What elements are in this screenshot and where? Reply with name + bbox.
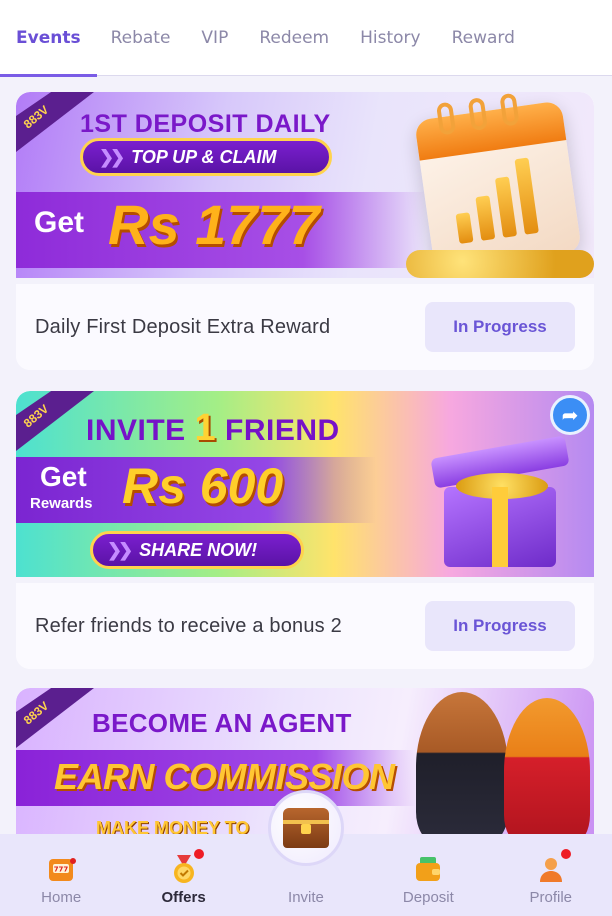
tab-events[interactable]: Events — [0, 0, 97, 77]
card-footer: Refer friends to receive a bonus 2 In Pr… — [16, 577, 594, 669]
calendar-icon — [414, 92, 582, 272]
nav-offers[interactable]: Offers — [134, 849, 234, 906]
event-card-first-deposit[interactable]: 883V 1ST DEPOSIT DAILY ❯❯ TOP UP & CLAIM… — [16, 92, 594, 370]
card-title: Refer friends to receive a bonus 2 — [35, 614, 342, 637]
card-title: Daily First Deposit Extra Reward — [35, 315, 331, 338]
status-button[interactable]: In Progress — [425, 302, 575, 352]
nav-profile[interactable]: Profile — [501, 849, 601, 906]
wallet-icon — [412, 853, 444, 885]
nav-label: Deposit — [402, 889, 454, 906]
banner-headline: BECOME AN AGENT — [92, 708, 352, 738]
pill-label: SHARE NOW! — [139, 539, 258, 560]
notification-dot — [193, 849, 204, 859]
chevron-right-icon: ❯❯ — [107, 539, 133, 560]
medal-icon — [168, 849, 204, 885]
tab-vip[interactable]: VIP — [201, 0, 228, 76]
coins-icon — [406, 250, 594, 278]
banner-headline: 1ST DEPOSIT DAILY — [80, 110, 331, 138]
nav-label: Offers — [161, 889, 206, 906]
gift-box-icon — [426, 425, 570, 567]
nav-home[interactable]: 777 Home — [11, 853, 111, 906]
event-banner-invite-friend[interactable]: 883V INVITE 1 FRIEND Get Rewards Rs 600 … — [16, 391, 594, 577]
nav-label: Home — [41, 889, 82, 906]
card-footer: Daily First Deposit Extra Reward In Prog… — [16, 278, 594, 370]
banner-get-label: Get — [40, 461, 87, 492]
tab-history[interactable]: History — [360, 0, 420, 76]
banner-rewards-label: Rewards — [30, 495, 93, 512]
share-icon[interactable]: ➦ — [550, 395, 590, 435]
nav-deposit[interactable]: Deposit — [378, 853, 478, 906]
svg-text:777: 777 — [54, 866, 69, 874]
user-icon — [535, 849, 571, 885]
bull-mascot-icon — [416, 692, 508, 842]
status-button[interactable]: In Progress — [425, 601, 575, 651]
event-banner-first-deposit[interactable]: 883V 1ST DEPOSIT DAILY ❯❯ TOP UP & CLAIM… — [16, 92, 594, 278]
notification-dot — [560, 849, 571, 859]
pill-label: TOP UP & CLAIM — [131, 146, 277, 167]
top-up-claim-pill: ❯❯ TOP UP & CLAIM — [80, 138, 332, 176]
tab-bar: Events Rebate VIP Redeem History Reward — [0, 0, 612, 77]
event-card-invite-friend[interactable]: 883V INVITE 1 FRIEND Get Rewards Rs 600 … — [16, 391, 594, 669]
tab-reward[interactable]: Reward — [452, 0, 515, 76]
banner-headline: INVITE 1 FRIEND — [86, 407, 340, 449]
banner-subheadline: EARN COMMISSION — [54, 756, 395, 797]
tab-rebate[interactable]: Rebate — [111, 0, 171, 76]
tiger-mascot-icon — [504, 698, 590, 844]
banner-amount: Rs 600 — [122, 458, 284, 514]
invite-treasure-button[interactable] — [268, 790, 344, 866]
nav-label: Invite — [288, 889, 324, 906]
nav-label: Profile — [529, 889, 573, 906]
chevron-right-icon: ❯❯ — [99, 146, 125, 167]
banner-get-label: Get — [34, 206, 85, 239]
tab-redeem[interactable]: Redeem — [259, 0, 329, 76]
share-now-pill[interactable]: ❯❯ SHARE NOW! — [90, 531, 304, 569]
banner-amount: Rs 1777 — [108, 193, 320, 256]
treasure-chest-icon — [283, 808, 329, 848]
slot-machine-icon: 777 — [45, 853, 77, 885]
